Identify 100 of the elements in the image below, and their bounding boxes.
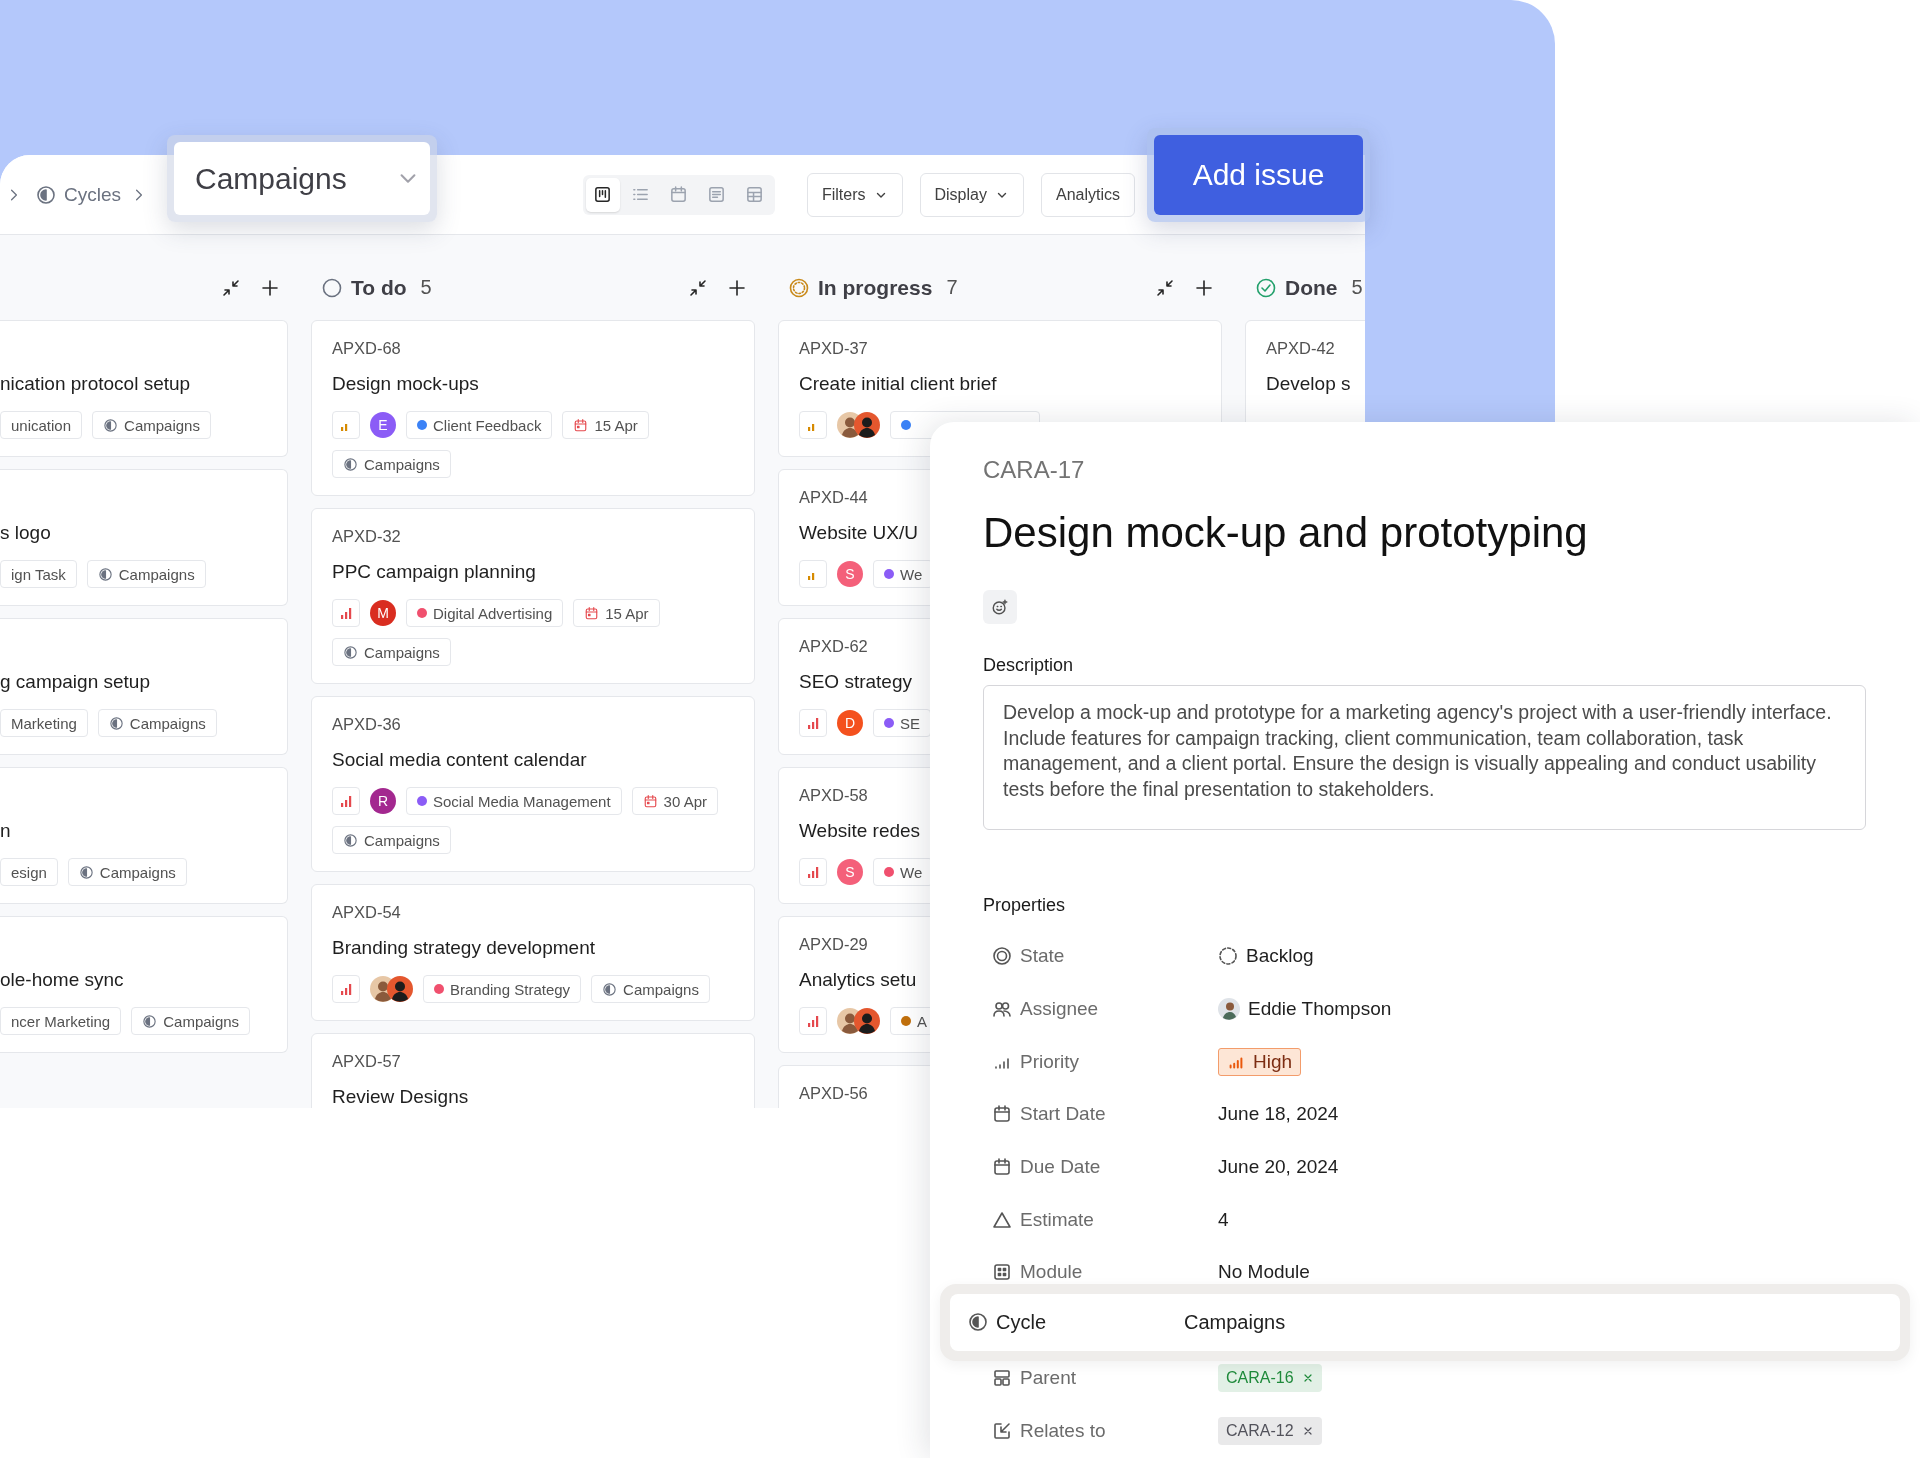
cycle-tag[interactable]: Campaigns — [92, 411, 211, 439]
cycle-tag[interactable]: Campaigns — [332, 826, 451, 854]
issue-title: Analytics setu — [799, 968, 917, 992]
cycle-tag[interactable]: Campaigns — [591, 975, 710, 1003]
property-label: State — [1020, 945, 1065, 968]
cycle-tag[interactable]: Campaigns — [332, 450, 451, 478]
filters-button[interactable]: Filters — [806, 172, 903, 217]
label-tag[interactable]: Digital Advertising — [406, 599, 564, 627]
calendar-icon — [642, 793, 658, 809]
issue-title: Website redes — [799, 819, 921, 843]
priority-icon[interactable] — [332, 975, 360, 1003]
description-field[interactable]: Develop a mock-up and prototype for a marketing agency's project with a user-friendly interface. Include features for campaign tracking, client communication, team collaboration, task management, and a client portal. Ensure the design is visually appealing and conduct usability tests before the final presentation to stakeholders. — [983, 685, 1866, 830]
issue-card[interactable]: APXD-32 PPC campaign planning M Digital Advertising 15 Apr Campaigns — [311, 508, 755, 684]
plus-icon[interactable] — [1194, 277, 1214, 298]
plus-icon[interactable] — [727, 277, 747, 298]
person-avatar[interactable] — [854, 412, 880, 438]
label-tag[interactable]: Social Media Management — [406, 787, 622, 815]
cycle-icon — [343, 456, 358, 472]
issue-card[interactable]: n esign Campaigns — [0, 767, 288, 904]
avatar[interactable]: M — [370, 600, 396, 626]
label-tag[interactable]: Branding Strategy — [423, 975, 582, 1003]
priority-icon[interactable] — [799, 560, 827, 588]
priority-icon[interactable] — [332, 411, 360, 439]
issue-title: g campaign setup — [0, 670, 150, 694]
label-tag[interactable]: ign Task — [0, 560, 77, 588]
due-date-tag[interactable]: 30 Apr — [631, 787, 718, 815]
column-title: In progress — [818, 275, 933, 300]
breadcrumb-link[interactable]: Cycles — [64, 183, 121, 206]
page-icon — [707, 185, 727, 204]
board-view-button[interactable] — [585, 177, 620, 212]
avatar[interactable]: R — [370, 788, 396, 814]
property-value[interactable]: Campaigns — [1184, 1310, 1286, 1334]
minimize-icon[interactable] — [221, 277, 241, 298]
issue-title: Develop s — [1266, 372, 1351, 396]
issue-title: SEO strategy — [799, 670, 912, 694]
property-value[interactable]: Eddie Thompson — [1248, 998, 1392, 1021]
state-icon — [992, 946, 1012, 967]
minimize-icon[interactable] — [688, 277, 708, 298]
property-value[interactable]: Backlog — [1246, 945, 1314, 968]
issue-card[interactable]: APXD-36 Social media content calendar R Social Media Management 30 Apr Campaigns — [311, 696, 755, 872]
person-avatar[interactable] — [854, 1008, 880, 1034]
property-value[interactable]: No Module — [1218, 1261, 1310, 1284]
label-tag[interactable]: ncer Marketing — [0, 1007, 122, 1035]
issue-title: Branding strategy development — [332, 936, 595, 960]
priority-icon[interactable] — [799, 411, 827, 439]
issue-title: Design mock-up and prototyping — [983, 508, 1589, 558]
display-button[interactable]: Display — [919, 172, 1024, 217]
label-tag[interactable]: Client Feedback — [406, 411, 553, 439]
issue-card[interactable]: s logo ign Task Campaigns — [0, 469, 288, 606]
due-date-tag[interactable]: 15 Apr — [573, 599, 660, 627]
add-issue-button[interactable]: Add issue — [1154, 135, 1363, 215]
smiley-icon — [991, 598, 1009, 616]
cycle-tag[interactable]: Campaigns — [86, 560, 206, 588]
cycle-tag[interactable]: Campaigns — [131, 1007, 251, 1035]
property-value[interactable]: June 20, 2024 — [1218, 1156, 1339, 1179]
cycle-tag[interactable]: Campaigns — [332, 638, 451, 666]
person-avatar[interactable] — [387, 976, 413, 1002]
check-circle-icon — [1255, 276, 1277, 299]
property-label: Cycle — [996, 1310, 1046, 1334]
priority-icon[interactable] — [799, 709, 827, 737]
issue-id: APXD-37 — [799, 338, 868, 359]
label-tag[interactable]: Marketing — [0, 709, 88, 737]
issue-card[interactable]: APXD-54 Branding strategy development Branding Strategy Campaigns — [311, 884, 755, 1021]
cycle-tag[interactable]: Campaigns — [67, 858, 187, 886]
due-date-tag[interactable]: 15 Apr — [562, 411, 649, 439]
property-label: Estimate — [1020, 1208, 1094, 1231]
priority-icon[interactable] — [332, 599, 360, 627]
issue-card[interactable]: nication protocol setup unication Campaigns — [0, 320, 288, 457]
issue-card[interactable]: g campaign setup Marketing Campaigns — [0, 618, 288, 755]
minimize-icon[interactable] — [1155, 277, 1175, 298]
priority-icon[interactable] — [799, 1007, 827, 1035]
cycle-dropdown[interactable]: Campaigns — [174, 142, 430, 215]
board-icon — [593, 185, 613, 204]
add-reaction-button[interactable] — [983, 590, 1017, 624]
property-value[interactable]: 4 — [1218, 1208, 1229, 1231]
issue-link-tag[interactable]: CARA-12 — [1218, 1416, 1322, 1445]
property-label: Due Date — [1020, 1156, 1101, 1179]
avatar[interactable]: E — [370, 412, 396, 438]
calendar-icon — [992, 1157, 1012, 1178]
analytics-button[interactable]: Analytics — [1040, 172, 1135, 217]
issue-card[interactable]: ole-home sync ncer Marketing Campaigns — [0, 916, 288, 1053]
issue-card[interactable]: APXD-68 Design mock-ups E Client Feedback 15 Apr Campaigns — [311, 320, 755, 496]
issue-card[interactable]: APXD-57 Review Designs — [311, 1033, 755, 1108]
label-tag[interactable]: esign — [0, 858, 58, 886]
priority-icon[interactable] — [332, 787, 360, 815]
label-tag[interactable]: unication — [0, 411, 83, 439]
calendar-icon — [669, 185, 689, 204]
properties-label: Properties — [983, 894, 1067, 916]
property-value[interactable]: June 18, 2024 — [1218, 1103, 1339, 1126]
calendar-icon — [573, 417, 589, 433]
plus-icon[interactable] — [260, 277, 280, 298]
cycle-tag[interactable]: Campaigns — [97, 709, 217, 737]
issue-title: Design mock-ups — [332, 372, 479, 396]
people-icon — [992, 999, 1012, 1020]
issue-link-tag[interactable]: CARA-16 — [1218, 1364, 1322, 1393]
label-tag[interactable]: SE — [873, 709, 931, 737]
priority-icon[interactable] — [799, 858, 827, 886]
cycle-icon — [142, 1013, 158, 1029]
priority-badge[interactable]: High — [1218, 1047, 1302, 1076]
description-label: Description — [983, 654, 1075, 676]
